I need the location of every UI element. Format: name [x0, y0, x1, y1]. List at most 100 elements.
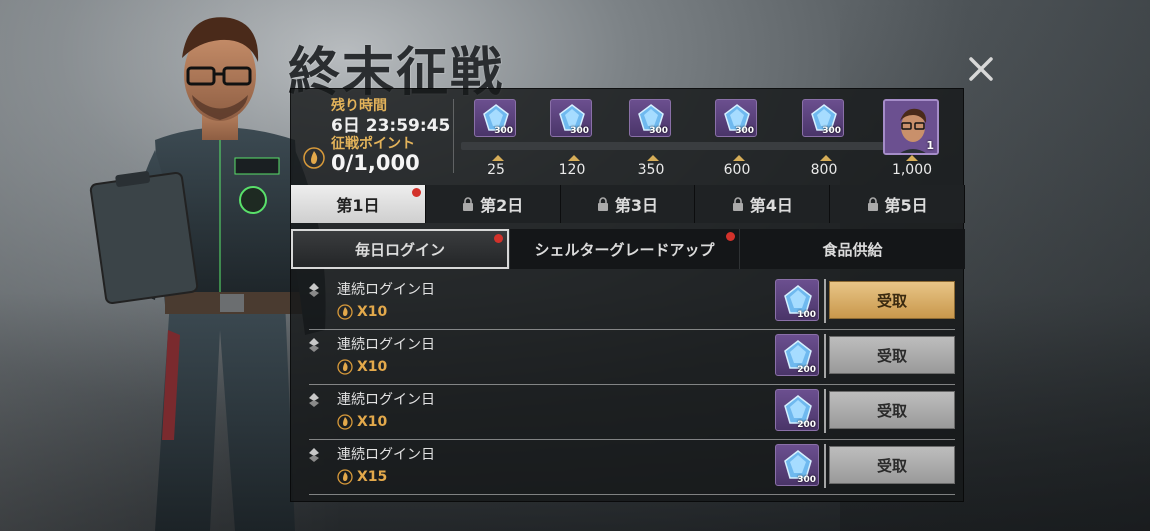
milestone-reward[interactable]: 300 600 [715, 99, 763, 183]
lock-icon [732, 197, 743, 211]
divider [824, 444, 826, 488]
flame-points-icon [303, 147, 325, 169]
task-points-multiplier: X10 [357, 414, 388, 430]
reward-quantity: 100 [797, 310, 816, 320]
milestone-reward-final[interactable]: 1 1,000 [883, 99, 941, 183]
gem-reward-icon: 300 [474, 99, 516, 137]
task-title: 連続ログイン日 [337, 392, 435, 408]
milestone-marker [733, 155, 745, 161]
gem-reward-icon: 300 [715, 99, 757, 137]
tab-day-2[interactable]: 第2日 [425, 185, 561, 223]
tab-day-4[interactable]: 第4日 [695, 185, 831, 223]
task-title: 連続ログイン日 [337, 337, 435, 353]
gem-reward-icon[interactable]: 200 [775, 334, 819, 376]
task-row: 連続ログイン日 X15 300 受取 [291, 440, 965, 495]
gem-reward-icon[interactable]: 300 [775, 444, 819, 486]
reward-quantity: 1 [926, 139, 934, 152]
task-points-multiplier: X15 [357, 469, 388, 485]
points-label: 征戦ポイント [331, 136, 415, 152]
task-bullet-icon [309, 393, 319, 407]
gem-reward-icon: 300 [550, 99, 592, 137]
category-tabs: 毎日ログイン シェルターグレードアップ 食品供給 [291, 229, 965, 269]
task-row: 連続ログイン日 X10 200 受取 [291, 330, 965, 385]
tab-day-5[interactable]: 第5日 [830, 185, 965, 223]
lock-icon [463, 197, 474, 211]
tab-label: 第5日 [884, 196, 928, 215]
tab-label: 食品供給 [822, 240, 883, 259]
claim-button[interactable]: 受取 [829, 391, 955, 429]
milestone-marker [647, 155, 659, 161]
tab-label: 第3日 [614, 196, 659, 215]
gem-reward-icon[interactable]: 200 [775, 389, 819, 431]
milestone-reward[interactable]: 300 350 [629, 99, 677, 183]
milestone-reward[interactable]: 300 120 [550, 99, 598, 183]
close-icon[interactable] [964, 52, 998, 86]
claim-button[interactable]: 受取 [829, 281, 955, 319]
task-title: 連続ログイン日 [337, 282, 435, 298]
row-divider [309, 494, 955, 495]
tab-label: シェルターグレードアップ [534, 240, 715, 259]
reward-quantity: 300 [797, 475, 816, 485]
gem-reward-icon[interactable]: 100 [775, 279, 819, 321]
flame-points-icon [337, 304, 353, 320]
milestone-threshold: 120 [558, 162, 586, 178]
tab-day-1[interactable]: 第1日 [291, 185, 426, 223]
tab-label: 第4日 [749, 196, 793, 215]
divider [824, 389, 826, 433]
task-bullet-icon [309, 448, 319, 462]
milestone-reward[interactable]: 300 25 [474, 99, 522, 183]
divider [824, 279, 826, 323]
tab-label: 毎日ログイン [354, 240, 445, 259]
hero-avatar-icon: 1 [883, 99, 939, 155]
reward-quantity: 300 [735, 126, 754, 136]
claim-button[interactable]: 受取 [829, 446, 955, 484]
tab-food-supply[interactable]: 食品供給 [739, 229, 965, 269]
notification-badge [726, 232, 735, 241]
task-points-multiplier: X10 [357, 304, 388, 320]
reward-quantity: 300 [649, 126, 668, 136]
lock-icon [597, 197, 608, 211]
divider [824, 334, 826, 378]
points-progress-bar [461, 142, 937, 150]
tab-shelter-upgrade[interactable]: シェルターグレードアップ [509, 229, 739, 269]
gem-reward-icon: 300 [629, 99, 671, 137]
task-row: 連続ログイン日 X10 100 受取 [291, 275, 965, 330]
reward-quantity: 200 [797, 420, 816, 430]
task-title: 連続ログイン日 [337, 447, 435, 463]
milestone-threshold: 350 [637, 162, 665, 178]
reward-quantity: 300 [494, 126, 513, 136]
tab-daily-login[interactable]: 毎日ログイン [291, 229, 509, 269]
reward-quantity: 300 [822, 126, 841, 136]
task-bullet-icon [309, 283, 319, 297]
task-list: 連続ログイン日 X10 100 受取 連続ログイン日 X10 200 受取 連続… [291, 275, 965, 503]
milestone-threshold: 800 [810, 162, 838, 178]
milestone-threshold: 600 [723, 162, 751, 178]
lock-icon [867, 197, 878, 211]
flame-points-icon [337, 359, 353, 375]
tab-day-3[interactable]: 第3日 [560, 185, 696, 223]
tab-label: 第2日 [480, 196, 524, 215]
reward-quantity: 200 [797, 365, 816, 375]
notification-badge [494, 234, 503, 243]
task-row: 連続ログイン日 X10 200 受取 [291, 385, 965, 440]
event-panel: 残り時間 6日 23:59:45 征戦ポイント 0/1,000 300 25 3… [290, 88, 965, 503]
flame-points-icon [337, 414, 353, 430]
milestone-threshold: 1,000 [891, 162, 933, 178]
tab-label: 第1日 [336, 196, 380, 215]
milestone-marker [492, 155, 504, 161]
milestone-marker [568, 155, 580, 161]
reward-quantity: 300 [570, 126, 589, 136]
task-bullet-icon [309, 338, 319, 352]
milestone-marker [906, 155, 918, 161]
milestone-reward[interactable]: 300 800 [802, 99, 850, 183]
points-value: 0/1,000 [331, 151, 420, 175]
task-points-multiplier: X10 [357, 359, 388, 375]
day-tabs: 第1日 第2日 第3日 第4日 第5日 [291, 185, 965, 223]
notification-badge [411, 188, 421, 197]
claim-button[interactable]: 受取 [829, 336, 955, 374]
timer-points-block: 残り時間 6日 23:59:45 征戦ポイント 0/1,000 [291, 89, 453, 184]
milestone-threshold: 25 [487, 162, 505, 178]
divider [453, 99, 454, 173]
milestone-marker [820, 155, 832, 161]
gem-reward-icon: 300 [802, 99, 844, 137]
